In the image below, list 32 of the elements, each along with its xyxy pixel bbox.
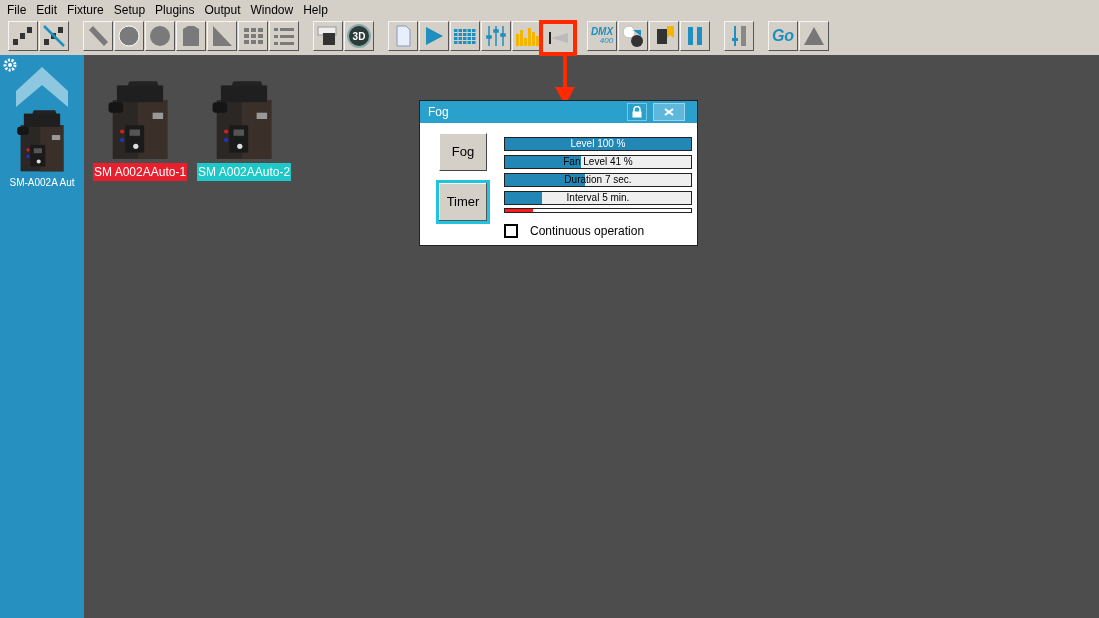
lock-icon — [632, 106, 642, 118]
fixtures-icon — [11, 24, 35, 48]
unlink-icon — [42, 24, 66, 48]
menu-item[interactable]: Setup — [108, 1, 151, 19]
beam-icon — [86, 24, 110, 48]
fixture-label: SM-A002A Aut — [9, 176, 75, 190]
checkbox-label: Continuous operation — [530, 223, 645, 240]
menu-item[interactable]: Window — [245, 1, 299, 19]
dmx-logo: DMX 400 — [590, 27, 614, 45]
level-slider[interactable]: Fan Level 41 % — [504, 155, 692, 169]
close-icon — [664, 108, 674, 116]
menu-item[interactable]: Output — [199, 1, 246, 19]
faders-icon — [484, 24, 508, 48]
mode-button[interactable]: Timer — [436, 180, 490, 224]
mode-button[interactable]: Fog — [439, 133, 487, 171]
level-slider[interactable]: Interval 5 min. — [504, 191, 692, 205]
menu-item[interactable]: Plugins — [150, 1, 200, 19]
dialog-title: Fog — [428, 104, 450, 121]
menu-item[interactable]: File — [2, 1, 32, 19]
fixture-label[interactable]: SM A002AAuto-1 — [93, 163, 188, 181]
level-slider[interactable]: Level 100 % — [504, 137, 692, 151]
wedge-icon — [210, 24, 234, 48]
menu-item[interactable]: Edit — [31, 1, 63, 19]
menu-item[interactable]: Fixture — [62, 1, 109, 19]
monitor-icon — [316, 24, 340, 48]
settings-icon[interactable] — [3, 58, 17, 72]
disc-icon — [148, 24, 172, 48]
checkbox[interactable] — [504, 224, 518, 238]
circle-icon — [117, 24, 141, 48]
go-logo: Go — [771, 28, 795, 44]
menu-item[interactable]: Help — [298, 1, 333, 19]
lock-button[interactable] — [627, 103, 647, 121]
